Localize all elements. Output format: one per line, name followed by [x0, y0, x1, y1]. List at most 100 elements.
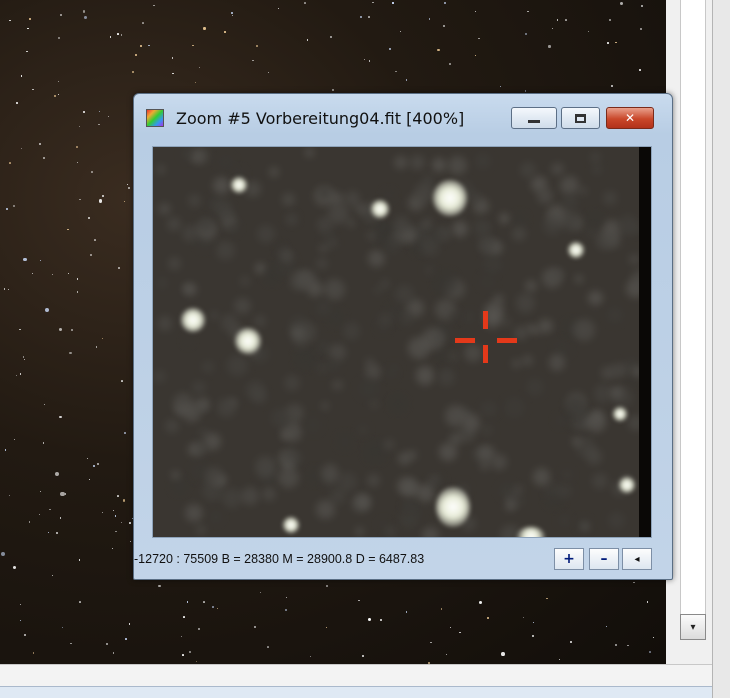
noise-pixel [522, 355, 533, 367]
noise-pixel [390, 363, 399, 373]
minimize-icon [528, 119, 540, 123]
background-star [188, 651, 191, 654]
noise-pixel [585, 448, 603, 466]
noise-pixel [287, 214, 298, 224]
noise-pixel [167, 217, 181, 231]
noise-pixel [431, 157, 446, 172]
background-star [15, 374, 18, 377]
noise-pixel [245, 180, 261, 197]
background-star [78, 600, 81, 603]
noise-pixel [472, 218, 491, 237]
background-star [67, 228, 69, 231]
background-star [389, 48, 391, 50]
noise-pixel [256, 224, 276, 244]
background-star [260, 591, 262, 593]
noise-pixel [483, 254, 503, 275]
noise-pixel [526, 378, 545, 396]
background-star [118, 267, 120, 269]
noise-pixel [239, 276, 250, 286]
background-star [20, 74, 23, 77]
zoom-in-button[interactable]: + [554, 548, 584, 570]
noise-pixel [395, 284, 414, 304]
background-star [92, 464, 96, 467]
window-right-edge [712, 0, 730, 698]
close-button[interactable]: ✕ [606, 107, 654, 129]
noise-pixel [328, 203, 350, 225]
background-star [565, 19, 567, 22]
noise-pixel [592, 472, 609, 490]
zoom-out-button[interactable]: – [589, 548, 619, 570]
noise-pixel [416, 484, 435, 502]
noise-pixel [384, 236, 402, 254]
background-star [332, 88, 335, 91]
background-star [16, 102, 18, 104]
noise-pixel [559, 210, 581, 231]
noise-pixel [551, 267, 564, 281]
noise-pixel [296, 348, 317, 369]
background-star [20, 620, 22, 622]
minimize-button[interactable] [511, 107, 557, 129]
background-star [108, 116, 110, 118]
background-star [45, 308, 50, 313]
background-star [440, 608, 443, 610]
noise-pixel [586, 412, 606, 432]
background-star [57, 93, 60, 96]
noise-pixel [511, 358, 521, 368]
background-star [499, 85, 501, 87]
noise-pixel [216, 240, 236, 261]
background-star [180, 635, 182, 638]
background-star [153, 4, 155, 7]
zoom-window-title-bar[interactable]: Zoom #5 Vorbereitung04.fit [400%] ✕ [134, 94, 672, 136]
background-star [130, 540, 132, 542]
background-star [326, 585, 329, 588]
background-star [614, 643, 618, 647]
noise-pixel [184, 503, 203, 522]
background-star [633, 581, 636, 584]
background-star [526, 10, 529, 13]
background-star [91, 170, 94, 173]
noise-pixel [354, 494, 371, 510]
zoomed-star [436, 487, 470, 527]
background-star [523, 616, 525, 619]
plus-icon: + [563, 551, 575, 567]
noise-pixel [282, 193, 295, 206]
background-star [131, 71, 134, 74]
noise-pixel [167, 256, 181, 270]
collapse-left-button[interactable]: ◂ [622, 548, 652, 570]
zoom-window-app-icon [146, 109, 164, 127]
background-star [58, 327, 63, 332]
background-star [76, 145, 79, 148]
noise-pixel [538, 318, 553, 334]
background-star [253, 626, 256, 629]
zoom-window-title: Zoom #5 Vorbereitung04.fit [400%] [176, 109, 465, 128]
noise-pixel [448, 432, 463, 446]
background-star [361, 655, 365, 658]
noise-pixel [435, 477, 445, 486]
background-star [648, 651, 651, 653]
background-star [252, 59, 254, 62]
noise-pixel [542, 215, 563, 236]
zoomed-image-view[interactable] [152, 146, 652, 538]
background-star [25, 50, 28, 53]
background-star [368, 15, 370, 18]
scroll-down-button[interactable]: ▾ [680, 614, 706, 640]
background-star [148, 44, 150, 47]
background-star [125, 637, 127, 640]
background-star [19, 373, 22, 375]
background-star [639, 69, 641, 72]
noise-pixel [617, 215, 639, 237]
left-arrow-icon: ◂ [634, 553, 640, 565]
background-star [532, 635, 534, 637]
noise-pixel [323, 278, 345, 300]
background-star [54, 95, 56, 97]
noise-pixel [592, 164, 602, 175]
background-star [141, 22, 144, 25]
background-star [609, 19, 611, 21]
maximize-button[interactable] [561, 107, 600, 129]
background-star [372, 1, 374, 3]
vertical-scrollbar[interactable] [680, 0, 706, 640]
background-star [134, 53, 137, 56]
zoom-window[interactable]: Zoom #5 Vorbereitung04.fit [400%] ✕ -127… [133, 93, 673, 580]
noise-pixel [210, 511, 223, 524]
noise-pixel [462, 310, 475, 324]
